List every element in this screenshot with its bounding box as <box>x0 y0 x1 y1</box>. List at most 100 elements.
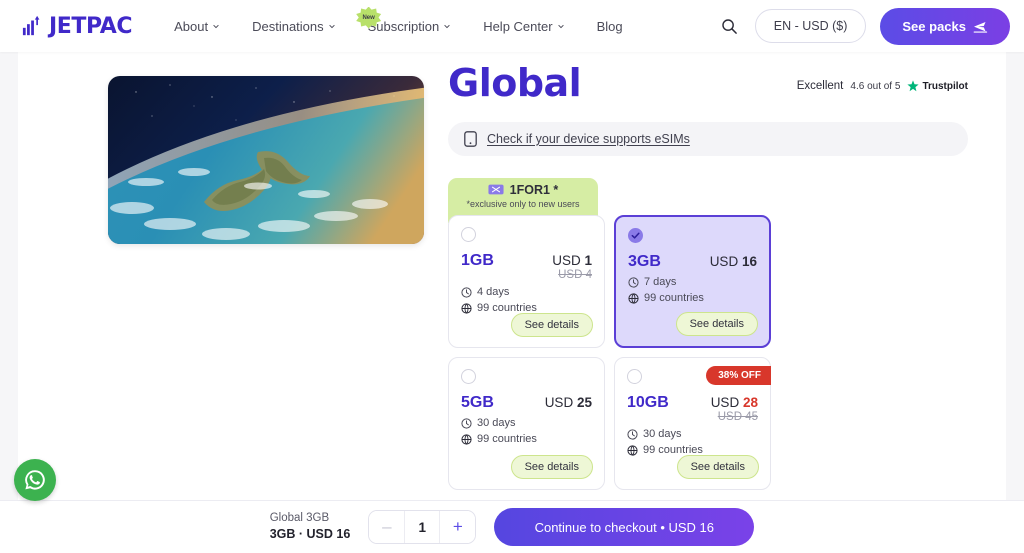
promo-and-plans: 1FOR1 * *exclusive only to new users 1GB… <box>448 178 771 490</box>
plan-card-list: 1GB USD 1 USD 4 4 days <box>448 215 771 490</box>
plan-radio[interactable] <box>461 227 476 242</box>
plan-size: 10GB <box>627 394 669 412</box>
plan-old-price: USD 4 <box>558 269 592 281</box>
destination-hero-image <box>108 76 424 244</box>
quantity-decrease-button[interactable]: – <box>369 511 404 543</box>
plan-price-column: USD 28 USD 45 <box>711 395 758 423</box>
plan-price-column: USD 25 <box>545 395 592 410</box>
plan-radio[interactable] <box>627 369 642 384</box>
plan-price-column: USD 1 USD 4 <box>552 253 592 281</box>
nav-item-help-center[interactable]: Help Center <box>467 13 580 40</box>
language-currency-selector[interactable]: EN - USD ($) <box>755 9 867 43</box>
trustpilot-score: 4.6 out of 5 <box>850 81 900 92</box>
esim-check-link[interactable]: Check if your device supports eSIMs <box>487 132 690 146</box>
site-header: JETPAC About Destinations New Subscripti… <box>0 0 1024 52</box>
plan-price: USD 1 <box>552 253 592 268</box>
plan-countries: 99 countries <box>477 432 537 448</box>
continue-to-checkout-button[interactable]: Continue to checkout • USD 16 <box>494 508 754 546</box>
plan-amount: 28 <box>743 395 758 410</box>
see-details-button[interactable]: See details <box>677 455 759 479</box>
clock-icon <box>628 277 639 288</box>
promo-title: 1FOR1 * <box>456 183 590 197</box>
promo-code: 1FOR1 * <box>510 183 559 197</box>
new-badge: New <box>356 7 382 29</box>
nav-label: About <box>174 19 208 34</box>
airplane-icon <box>973 20 988 33</box>
plan-days: 30 days <box>477 416 516 432</box>
see-details-button[interactable]: See details <box>676 312 758 336</box>
plan-card[interactable]: 3GB USD 16 7 days <box>614 215 771 348</box>
title-row: Global Excellent 4.6 out of 5 Trustpilot <box>448 64 968 104</box>
plan-duration: 30 days <box>461 416 592 432</box>
header-actions: EN - USD ($) See packs <box>719 8 1010 45</box>
plan-card[interactable]: 5GB USD 25 30 days <box>448 357 605 490</box>
quantity-value[interactable]: 1 <box>404 511 440 543</box>
plan-radio[interactable] <box>461 369 476 384</box>
chevron-down-icon <box>557 22 565 30</box>
quantity-increase-button[interactable]: + <box>440 511 475 543</box>
logo[interactable]: JETPAC <box>22 14 132 39</box>
promo-note: *exclusive only to new users <box>456 199 590 209</box>
trustpilot-word: Excellent <box>797 80 844 92</box>
page-root: / Destinations / Global JETPAC About <box>0 0 1024 553</box>
see-details-button[interactable]: See details <box>511 455 593 479</box>
main-nav: About Destinations New Subscription Help… <box>158 13 638 40</box>
search-icon[interactable] <box>719 15 741 37</box>
globe-icon <box>627 445 638 456</box>
cart-product-detail: 3GB · USD 16 <box>270 526 351 543</box>
plan-header-row: 10GB USD 28 USD 45 <box>627 394 758 423</box>
nav-label: Destinations <box>252 19 324 34</box>
plan-days: 7 days <box>644 275 676 291</box>
plan-header-row: 3GB USD 16 <box>628 253 757 271</box>
logo-chart-arrow-icon <box>22 15 44 37</box>
cart-summary: Global 3GB 3GB · USD 16 <box>270 511 351 543</box>
plan-meta: 30 days 99 countries <box>461 416 592 448</box>
plan-countries: 99 countries <box>644 291 704 307</box>
star-icon <box>907 80 919 92</box>
plan-card[interactable]: 38% OFF 10GB USD 28 USD 45 30 days <box>614 357 771 490</box>
phone-icon <box>464 131 477 147</box>
plan-radio[interactable] <box>628 228 643 243</box>
plan-currency: USD <box>711 395 740 410</box>
plan-amount: 1 <box>584 253 592 268</box>
plan-currency: USD <box>710 254 739 269</box>
plan-duration: 7 days <box>628 275 757 291</box>
discount-badge: 38% OFF <box>706 366 771 385</box>
plan-amount: 16 <box>742 254 757 269</box>
plan-days: 4 days <box>477 285 509 301</box>
plan-old-price: USD 45 <box>718 411 758 423</box>
plan-coverage: 99 countries <box>461 432 592 448</box>
nav-item-about[interactable]: About <box>158 13 236 40</box>
nav-item-destinations[interactable]: Destinations <box>236 13 352 40</box>
cart-product-name: Global 3GB <box>270 511 351 527</box>
nav-item-subscription[interactable]: New Subscription <box>352 13 468 40</box>
nav-item-blog[interactable]: Blog <box>581 13 639 40</box>
nav-label: Blog <box>597 19 623 34</box>
plan-currency: USD <box>545 395 574 410</box>
plan-price: USD 25 <box>545 395 592 410</box>
see-packs-button[interactable]: See packs <box>880 8 1010 45</box>
see-details-button[interactable]: See details <box>511 313 593 337</box>
chevron-down-icon <box>212 22 220 30</box>
plan-coverage: 99 countries <box>628 291 757 307</box>
plan-meta: 7 days 99 countries <box>628 275 757 307</box>
whatsapp-chat-button[interactable] <box>14 459 56 501</box>
clock-icon <box>461 287 472 298</box>
esim-compatibility-bar[interactable]: Check if your device supports eSIMs <box>448 122 968 156</box>
plan-duration: 4 days <box>461 285 592 301</box>
nav-label: Help Center <box>483 19 552 34</box>
plan-header-row: 5GB USD 25 <box>461 394 592 412</box>
globe-icon <box>461 434 472 445</box>
plan-card[interactable]: 1GB USD 1 USD 4 4 days <box>448 215 605 348</box>
chevron-down-icon <box>443 22 451 30</box>
plan-size: 1GB <box>461 252 494 270</box>
plan-duration: 30 days <box>627 427 758 443</box>
page-content: Global Excellent 4.6 out of 5 Trustpilot <box>0 62 1024 490</box>
new-badge-label: New <box>362 15 374 21</box>
see-packs-label: See packs <box>902 19 966 34</box>
logo-text: JETPAC <box>49 14 132 39</box>
clock-icon <box>461 418 472 429</box>
trustpilot-rating[interactable]: Excellent 4.6 out of 5 Trustpilot <box>797 80 968 92</box>
globe-icon <box>628 293 639 304</box>
chevron-down-icon <box>328 22 336 30</box>
